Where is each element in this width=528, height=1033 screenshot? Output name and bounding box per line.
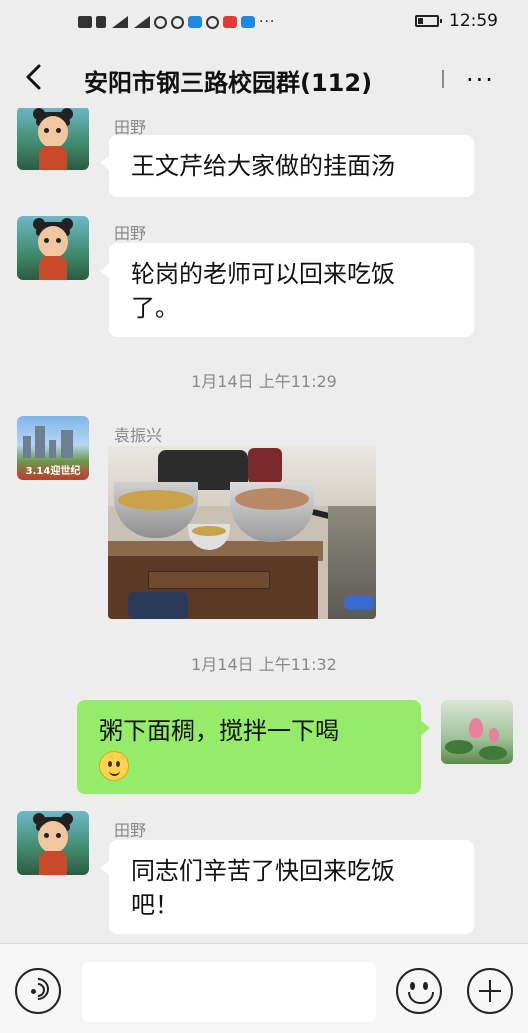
message-timestamp: 1月14日 上午11:29 [191, 372, 337, 391]
emoji-icon[interactable] [396, 968, 442, 1014]
volte-icon [96, 16, 106, 28]
smile-emoji-icon [99, 751, 129, 781]
message-text-line: 同志们辛苦了快回来吃饭 [131, 857, 395, 885]
signal-icon [110, 16, 128, 28]
status-time: 12:59 [449, 11, 498, 31]
app-icon-blue [188, 16, 202, 28]
wifi-icon [154, 15, 167, 29]
chat-title: 安阳市钢三路校园群(112) [84, 69, 373, 97]
voice-icon[interactable] [15, 968, 61, 1014]
battery-icon [415, 15, 442, 27]
sender-avatar[interactable] [17, 811, 89, 875]
kitchen-photo[interactable] [108, 446, 376, 619]
self-avatar[interactable] [441, 700, 513, 764]
sender-name: 袁振兴 [114, 426, 163, 445]
vpn-icon [171, 15, 184, 29]
message-text-line: 轮岗的老师可以回来吃饭 [131, 260, 395, 288]
more-notifications-icon: ··· [259, 14, 276, 30]
signal-icon-2 [132, 16, 150, 28]
back-arrow-icon[interactable] [18, 60, 52, 94]
message-bubble[interactable]: 同志们辛苦了快回来吃饭 吧！ [100, 840, 474, 934]
app-icon-round [206, 15, 219, 29]
message-bubble-self[interactable]: 粥下面稠，搅拌一下喝 [77, 700, 430, 794]
hd-icon [78, 16, 92, 28]
title-mute-indicator [442, 70, 444, 88]
app-icon-red [223, 16, 237, 28]
message-bubble[interactable]: 王文芹给大家做的挂面汤 [100, 135, 474, 197]
message-text: 粥下面稠，搅拌一下喝 [99, 717, 339, 745]
message-bubble[interactable]: 轮岗的老师可以回来吃饭 了。 [100, 243, 474, 337]
message-text-line: 吧！ [131, 891, 179, 919]
message-timestamp: 1月14日 上午11:32 [191, 655, 337, 674]
sender-name: 田野 [114, 224, 147, 243]
sender-avatar[interactable]: 3.14迎世纪 [17, 416, 89, 480]
more-icon[interactable]: ··· [466, 66, 495, 94]
sender-avatar[interactable] [17, 108, 89, 170]
avatar-caption: 3.14迎世纪 [25, 466, 81, 477]
input-bar [0, 943, 528, 1033]
message-input[interactable] [82, 962, 376, 1022]
chat-header: 安阳市钢三路校园群(112) ··· [0, 50, 528, 108]
status-icons: ··· [78, 11, 275, 33]
status-bar: ··· 12:59 [0, 0, 528, 44]
message-list[interactable]: 田野 王文芹给大家做的挂面汤 田野 轮岗的老师可以回来吃饭 了。 1月14日 上… [0, 108, 528, 943]
plus-icon[interactable] [467, 968, 513, 1014]
message-text-line: 了。 [131, 294, 179, 322]
app-icon-blue-2 [241, 16, 255, 28]
sender-name: 田野 [114, 821, 147, 840]
sender-avatar[interactable] [17, 216, 89, 280]
